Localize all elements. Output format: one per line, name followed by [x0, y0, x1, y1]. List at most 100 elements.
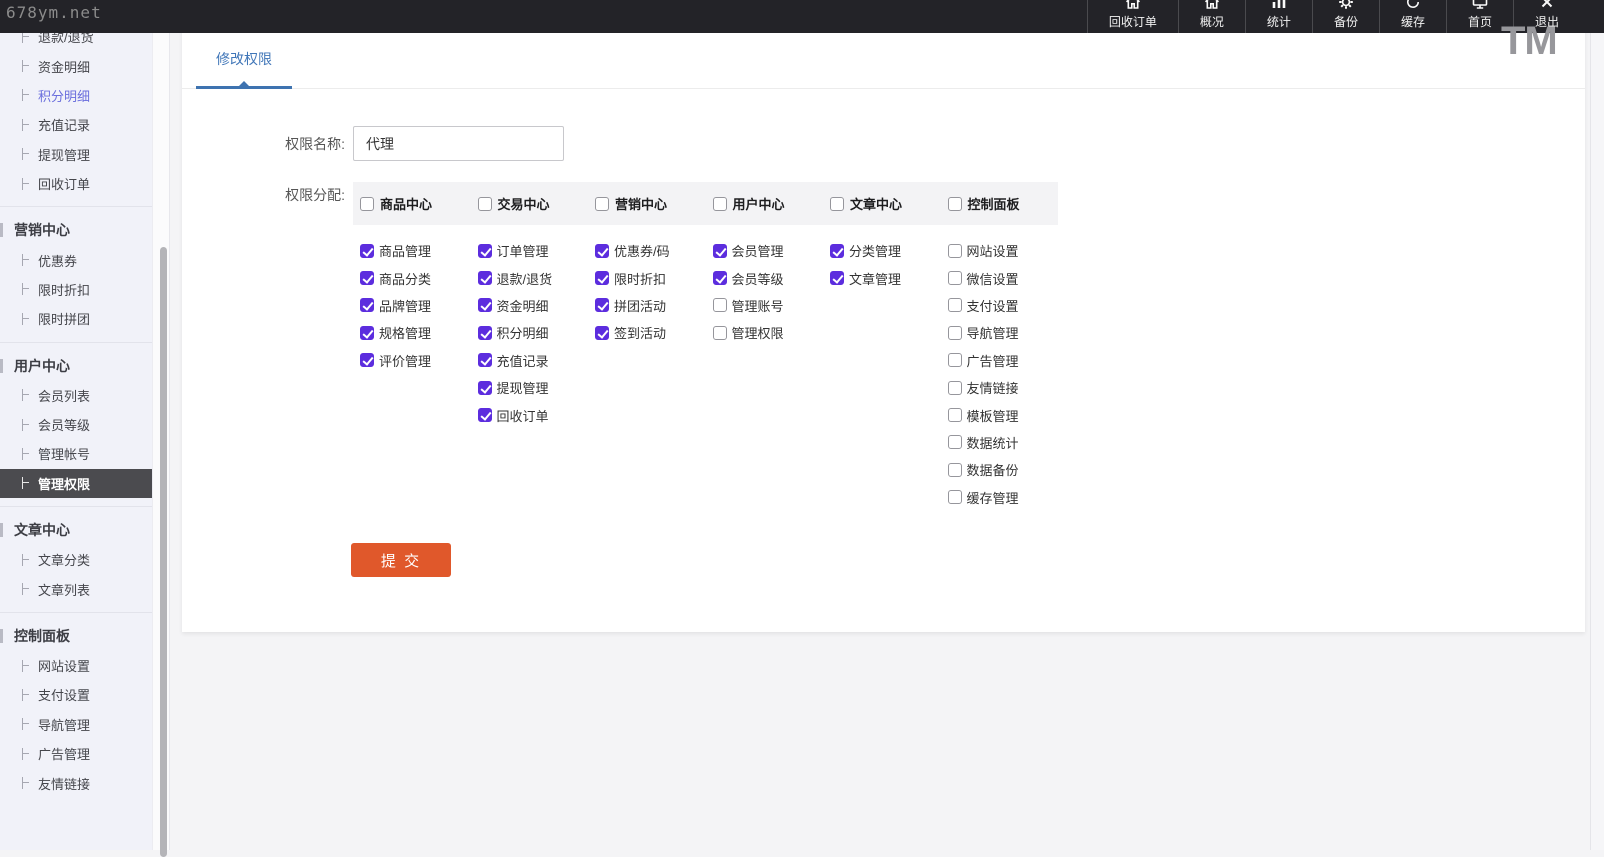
checkbox-icon[interactable]: [948, 244, 962, 258]
topbar-item-overview[interactable]: 概况: [1178, 0, 1245, 33]
sidebar-item[interactable]: 文章列表: [0, 574, 152, 603]
permission-checkbox-item[interactable]: 数据备份: [941, 456, 1059, 483]
category-checkbox-item[interactable]: 控制面板: [941, 182, 1059, 225]
checkbox-icon[interactable]: [713, 197, 727, 211]
sidebar-item[interactable]: 会员等级: [0, 410, 152, 439]
checkbox-icon[interactable]: [948, 490, 962, 504]
checkbox-icon[interactable]: [948, 271, 962, 285]
category-checkbox-item[interactable]: 文章中心: [823, 182, 941, 225]
sidebar-item[interactable]: 网站设置: [0, 651, 152, 680]
sidebar-section-control-panel[interactable]: 控制面板: [0, 621, 152, 651]
topbar-item-cache[interactable]: 缓存: [1379, 0, 1446, 33]
sidebar-item[interactable]: 资金明细: [0, 51, 152, 80]
permission-checkbox-item[interactable]: 评价管理: [353, 347, 471, 374]
checkbox-icon[interactable]: [948, 408, 962, 422]
permission-checkbox-item[interactable]: 分类管理: [823, 237, 941, 264]
permission-checkbox-item[interactable]: 商品管理: [353, 237, 471, 264]
topbar-item-recycle-orders[interactable]: 回收订单: [1087, 0, 1178, 33]
permission-checkbox-item[interactable]: 友情链接: [941, 374, 1059, 401]
sidebar-item[interactable]: 文章分类: [0, 545, 152, 574]
checkbox-icon[interactable]: [948, 463, 962, 477]
permission-checkbox-item[interactable]: 规格管理: [353, 319, 471, 346]
permission-checkbox-item[interactable]: 限时折扣: [588, 264, 706, 291]
sidebar-item[interactable]: 充值记录: [0, 110, 152, 139]
permission-checkbox-item[interactable]: 微信设置: [941, 264, 1059, 291]
permission-checkbox-item[interactable]: 广告管理: [941, 347, 1059, 374]
checkbox-icon[interactable]: [948, 197, 962, 211]
sidebar-item[interactable]: 支付设置: [0, 680, 152, 709]
sidebar-item[interactable]: 管理权限: [0, 469, 152, 498]
sidebar-item[interactable]: 限时拼团: [0, 304, 152, 333]
checkbox-icon[interactable]: [830, 197, 844, 211]
sidebar-item[interactable]: 优惠券: [0, 245, 152, 274]
tab-edit-permission[interactable]: 修改权限: [196, 28, 292, 89]
permission-checkbox-item[interactable]: 管理账号: [706, 292, 824, 319]
checkbox-icon[interactable]: [478, 271, 492, 285]
page-scrollbar-track[interactable]: [1590, 33, 1604, 850]
checkbox-icon[interactable]: [478, 197, 492, 211]
category-checkbox-item[interactable]: 交易中心: [471, 182, 589, 225]
permission-checkbox-item[interactable]: 导航管理: [941, 319, 1059, 346]
permission-checkbox-item[interactable]: 缓存管理: [941, 484, 1059, 511]
sidebar-item[interactable]: 提现管理: [0, 140, 152, 169]
sidebar-item[interactable]: 退款/退货: [0, 33, 152, 51]
checkbox-icon[interactable]: [360, 298, 374, 312]
permission-name-input[interactable]: [353, 126, 564, 161]
checkbox-icon[interactable]: [360, 244, 374, 258]
checkbox-icon[interactable]: [478, 326, 492, 340]
permission-checkbox-item[interactable]: 退款/退货: [471, 264, 589, 291]
permission-checkbox-item[interactable]: 优惠券/码: [588, 237, 706, 264]
checkbox-icon[interactable]: [948, 381, 962, 395]
sidebar-section-articles[interactable]: 文章中心: [0, 515, 152, 545]
checkbox-icon[interactable]: [360, 353, 374, 367]
sidebar-item[interactable]: 广告管理: [0, 739, 152, 768]
permission-checkbox-item[interactable]: 会员管理: [706, 237, 824, 264]
checkbox-icon[interactable]: [948, 298, 962, 312]
checkbox-icon[interactable]: [948, 353, 962, 367]
checkbox-icon[interactable]: [478, 298, 492, 312]
sidebar-section-marketing[interactable]: 营销中心: [0, 215, 152, 245]
checkbox-icon[interactable]: [478, 381, 492, 395]
topbar-item-statistics[interactable]: 统计: [1245, 0, 1312, 33]
checkbox-icon[interactable]: [713, 244, 727, 258]
checkbox-icon[interactable]: [830, 244, 844, 258]
permission-checkbox-item[interactable]: 文章管理: [823, 264, 941, 291]
sidebar-item[interactable]: 管理帐号: [0, 439, 152, 468]
permission-checkbox-item[interactable]: 充值记录: [471, 347, 589, 374]
sidebar-item[interactable]: 回收订单: [0, 169, 152, 198]
sidebar-item[interactable]: 友情链接: [0, 768, 152, 797]
category-checkbox-item[interactable]: 商品中心: [353, 182, 471, 225]
permission-checkbox-item[interactable]: 品牌管理: [353, 292, 471, 319]
permission-checkbox-item[interactable]: 模板管理: [941, 401, 1059, 428]
topbar-item-backup[interactable]: 备份: [1312, 0, 1379, 33]
checkbox-icon[interactable]: [595, 298, 609, 312]
checkbox-icon[interactable]: [360, 271, 374, 285]
sidebar-scrollbar-track[interactable]: [152, 33, 170, 850]
permission-checkbox-item[interactable]: 商品分类: [353, 264, 471, 291]
sidebar-item[interactable]: 导航管理: [0, 710, 152, 739]
checkbox-icon[interactable]: [595, 244, 609, 258]
category-checkbox-item[interactable]: 营销中心: [588, 182, 706, 225]
checkbox-icon[interactable]: [713, 298, 727, 312]
checkbox-icon[interactable]: [830, 271, 844, 285]
checkbox-icon[interactable]: [595, 271, 609, 285]
permission-checkbox-item[interactable]: 管理权限: [706, 319, 824, 346]
checkbox-icon[interactable]: [478, 353, 492, 367]
permission-checkbox-item[interactable]: 网站设置: [941, 237, 1059, 264]
submit-button[interactable]: 提 交: [351, 543, 451, 577]
permission-checkbox-item[interactable]: 签到活动: [588, 319, 706, 346]
checkbox-icon[interactable]: [595, 197, 609, 211]
permission-checkbox-item[interactable]: 数据统计: [941, 429, 1059, 456]
checkbox-icon[interactable]: [595, 326, 609, 340]
checkbox-icon[interactable]: [478, 408, 492, 422]
sidebar-section-users[interactable]: 用户中心: [0, 351, 152, 381]
checkbox-icon[interactable]: [713, 326, 727, 340]
permission-checkbox-item[interactable]: 支付设置: [941, 292, 1059, 319]
sidebar-item[interactable]: 限时折扣: [0, 275, 152, 304]
checkbox-icon[interactable]: [948, 435, 962, 449]
sidebar-item[interactable]: 积分明细: [0, 81, 152, 110]
checkbox-icon[interactable]: [713, 271, 727, 285]
permission-checkbox-item[interactable]: 会员等级: [706, 264, 824, 291]
permission-checkbox-item[interactable]: 拼团活动: [588, 292, 706, 319]
sidebar-scrollbar-thumb[interactable]: [160, 247, 167, 857]
